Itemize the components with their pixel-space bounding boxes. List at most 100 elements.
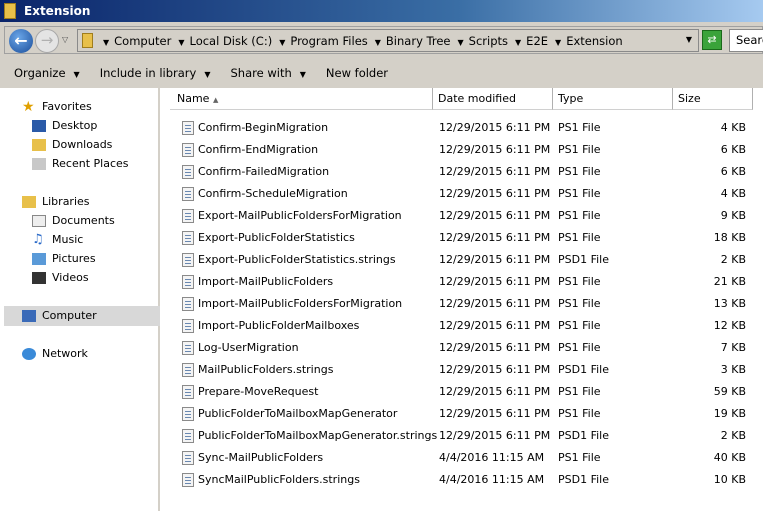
file-date: 12/29/2015 6:11 PM — [439, 275, 551, 288]
column-header-size[interactable]: Size — [673, 88, 753, 110]
script-file-icon — [182, 473, 194, 487]
file-row[interactable]: SyncMailPublicFolders.strings 4/4/2016 1… — [162, 469, 763, 491]
nav-documents[interactable]: Documents — [32, 211, 115, 230]
file-name: PublicFolderToMailboxMapGenerator.string… — [198, 429, 438, 442]
file-size: 2 KB — [720, 429, 746, 442]
computer-icon — [22, 309, 36, 322]
file-row[interactable]: Confirm-EndMigration 12/29/2015 6:11 PM … — [162, 139, 763, 161]
file-row[interactable]: Confirm-ScheduleMigration 12/29/2015 6:1… — [162, 183, 763, 205]
nav-recent-places[interactable]: Recent Places — [32, 154, 129, 173]
script-file-icon — [182, 121, 194, 135]
file-name: Confirm-BeginMigration — [198, 121, 329, 134]
address-dropdown-icon[interactable]: ▼ — [686, 35, 692, 44]
file-size: 4 KB — [720, 121, 746, 134]
share-with-button[interactable]: Share with ▼ — [231, 66, 306, 80]
navigation-pane: ★ Favorites Desktop Downloads Recent Plac… — [0, 88, 160, 511]
script-file-icon — [182, 275, 194, 289]
file-row[interactable]: Confirm-FailedMigration 12/29/2015 6:11 … — [162, 161, 763, 183]
file-date: 12/29/2015 6:11 PM — [439, 363, 551, 376]
file-date: 4/4/2016 11:15 AM — [439, 473, 545, 486]
column-header-name[interactable]: Name ▲ — [170, 88, 433, 110]
title-bar: Extension — [0, 0, 763, 22]
command-bar: Organize ▼ Include in library ▼ Share with… — [0, 58, 763, 88]
file-row[interactable]: Import-MailPublicFolders 12/29/2015 6:11… — [162, 271, 763, 293]
music-icon: ♫ — [32, 231, 44, 247]
file-type: PSD1 File — [558, 473, 609, 486]
organize-button[interactable]: Organize ▼ — [14, 66, 80, 80]
crumb-extension[interactable]: ▼ Extension — [555, 34, 623, 48]
column-header-date[interactable]: Date modified — [433, 88, 553, 110]
desktop-icon — [32, 119, 46, 132]
file-row[interactable]: PublicFolderToMailboxMapGenerator.string… — [162, 425, 763, 447]
file-name: Import-MailPublicFolders — [198, 275, 334, 288]
file-type: PS1 File — [558, 143, 601, 156]
file-type: PS1 File — [558, 451, 601, 464]
forward-button[interactable]: → — [35, 29, 59, 53]
nav-libraries[interactable]: Libraries — [22, 192, 90, 211]
file-row[interactable]: Log-UserMigration 12/29/2015 6:11 PM PS1… — [162, 337, 763, 359]
script-file-icon — [182, 341, 194, 355]
file-size: 10 KB — [713, 473, 746, 486]
script-file-icon — [182, 187, 194, 201]
file-size: 19 KB — [713, 407, 746, 420]
file-name: MailPublicFolders.strings — [198, 363, 334, 376]
file-date: 12/29/2015 6:11 PM — [439, 187, 551, 200]
navigation-bar: ← → ▽ ▼ Computer ▼ Local Disk (C:) ▼ Progra… — [4, 26, 763, 54]
crumb-e2e[interactable]: ▼ E2E — [515, 34, 548, 48]
file-size: 40 KB — [713, 451, 746, 464]
refresh-button[interactable]: ⇄ — [702, 30, 722, 50]
script-file-icon — [182, 451, 194, 465]
nav-videos[interactable]: Videos — [32, 268, 89, 287]
script-file-icon — [182, 319, 194, 333]
search-input[interactable]: Search — [729, 29, 763, 52]
file-row[interactable]: Export-PublicFolderStatistics 12/29/2015… — [162, 227, 763, 249]
crumb-program-files[interactable]: ▼ Program Files — [279, 34, 368, 48]
file-row[interactable]: Prepare-MoveRequest 12/29/2015 6:11 PM P… — [162, 381, 763, 403]
file-type: PS1 File — [558, 121, 601, 134]
file-type: PSD1 File — [558, 429, 609, 442]
nav-music[interactable]: ♫ Music — [32, 230, 83, 249]
nav-favorites[interactable]: ★ Favorites — [22, 97, 92, 116]
back-button[interactable]: ← — [9, 29, 33, 53]
file-type: PS1 File — [558, 165, 601, 178]
include-in-library-button[interactable]: Include in library ▼ — [100, 66, 211, 80]
chrome: ← → ▽ ▼ Computer ▼ Local Disk (C:) ▼ Progra… — [0, 22, 763, 88]
script-file-icon — [182, 407, 194, 421]
file-type: PS1 File — [558, 341, 601, 354]
crumb-scripts[interactable]: ▼ Scripts — [458, 34, 509, 48]
folder-icon — [4, 3, 16, 19]
recent-pages-dropdown[interactable]: ▽ — [62, 35, 68, 44]
videos-icon — [32, 271, 46, 284]
new-folder-button[interactable]: New folder — [326, 66, 388, 80]
file-size: 12 KB — [713, 319, 746, 332]
file-size: 3 KB — [720, 363, 746, 376]
file-row[interactable]: Import-PublicFolderMailboxes 12/29/2015 … — [162, 315, 763, 337]
file-size: 9 KB — [720, 209, 746, 222]
file-date: 12/29/2015 6:11 PM — [439, 231, 551, 244]
crumb-local-disk[interactable]: ▼ Local Disk (C:) — [178, 34, 272, 48]
file-name: PublicFolderToMailboxMapGenerator — [198, 407, 398, 420]
column-header-type[interactable]: Type — [553, 88, 673, 110]
file-date: 4/4/2016 11:15 AM — [439, 451, 545, 464]
file-row[interactable]: Sync-MailPublicFolders 4/4/2016 11:15 AM… — [162, 447, 763, 469]
nav-pictures[interactable]: Pictures — [32, 249, 96, 268]
nav-desktop[interactable]: Desktop — [32, 116, 97, 135]
file-row[interactable]: Export-MailPublicFoldersForMigration 12/… — [162, 205, 763, 227]
file-type: PS1 File — [558, 385, 601, 398]
nav-downloads[interactable]: Downloads — [32, 135, 112, 154]
file-row[interactable]: MailPublicFolders.strings 12/29/2015 6:1… — [162, 359, 763, 381]
file-type: PS1 File — [558, 275, 601, 288]
file-row[interactable]: Confirm-BeginMigration 12/29/2015 6:11 P… — [162, 117, 763, 139]
address-bar[interactable]: ▼ Computer ▼ Local Disk (C:) ▼ Program File… — [77, 29, 699, 52]
nav-computer[interactable]: Computer — [22, 306, 97, 325]
file-date: 12/29/2015 6:11 PM — [439, 121, 551, 134]
file-name: Export-PublicFolderStatistics.strings — [198, 253, 396, 266]
file-row[interactable]: PublicFolderToMailboxMapGenerator 12/29/… — [162, 403, 763, 425]
file-name: Sync-MailPublicFolders — [198, 451, 324, 464]
file-type: PS1 File — [558, 407, 601, 420]
crumb-computer[interactable]: ▼ Computer — [103, 34, 171, 48]
file-row[interactable]: Import-MailPublicFoldersForMigration 12/… — [162, 293, 763, 315]
file-row[interactable]: Export-PublicFolderStatistics.strings 12… — [162, 249, 763, 271]
crumb-binary-tree[interactable]: ▼ Binary Tree — [375, 34, 451, 48]
nav-network[interactable]: Network — [22, 344, 88, 363]
